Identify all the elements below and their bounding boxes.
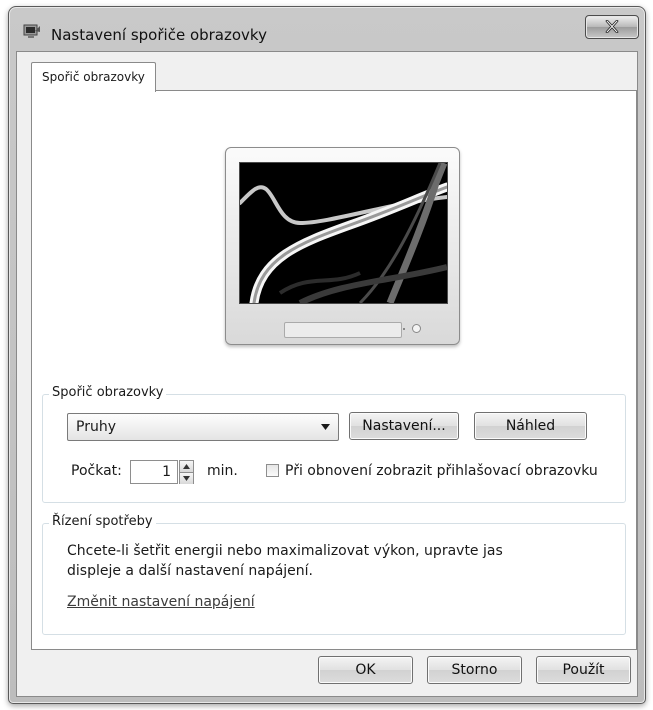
wait-label: Počkat:: [71, 463, 122, 479]
power-button-icon: [412, 324, 421, 333]
screensaver-group: Spořič obrazovky Pruhy Nastavení... Náhl…: [42, 385, 626, 503]
resume-logon-label[interactable]: Při obnovení zobrazit přihlašovací obraz…: [285, 463, 598, 479]
wait-minutes-value: 1: [162, 464, 171, 480]
screensaver-select[interactable]: Pruhy: [67, 413, 339, 441]
spin-up-button[interactable]: [180, 461, 193, 472]
arrow-up-icon: [183, 464, 190, 469]
arrow-down-icon: [183, 476, 190, 481]
chevron-down-icon: [321, 424, 330, 430]
screensaver-settings-icon: [23, 24, 41, 40]
cancel-button[interactable]: Storno: [427, 656, 522, 684]
settings-button[interactable]: Nastavení...: [349, 412, 459, 440]
screensaver-select-value: Pruhy: [76, 419, 116, 435]
screensaver-settings-window: Nastavení spořiče obrazovky Spořič obraz…: [8, 6, 646, 704]
preview-button[interactable]: Náhled: [474, 412, 587, 440]
spin-down-button[interactable]: [180, 472, 193, 484]
apply-button[interactable]: Použít: [536, 656, 631, 684]
power-group-legend: Řízení spotřeby: [49, 514, 156, 529]
change-power-settings-link[interactable]: Změnit nastavení napájení: [67, 594, 255, 610]
title-bar[interactable]: Nastavení spořiče obrazovky: [9, 7, 645, 49]
tab-panel: Spořič obrazovky Pruhy Nastavení... Náhl…: [31, 90, 637, 650]
power-management-group: Řízení spotřeby Chcete-li šetřit energii…: [42, 514, 626, 635]
monitor-base-slot: [284, 322, 402, 338]
power-description: Chcete-li šetřit energii nebo maximalizo…: [67, 541, 503, 581]
screensaver-group-legend: Spořič obrazovky: [49, 385, 167, 400]
close-button[interactable]: [585, 15, 639, 39]
wait-minutes-input[interactable]: 1: [130, 460, 178, 484]
power-description-line-2: displeje a další nastavení napájení.: [67, 563, 313, 579]
window-title: Nastavení spořiče obrazovky: [51, 26, 267, 44]
power-description-line-1: Chcete-li šetřit energii nebo maximalizo…: [67, 543, 503, 559]
wait-minutes-spinner[interactable]: [179, 460, 194, 484]
close-icon: [605, 20, 619, 33]
monitor-preview: [225, 147, 460, 345]
ribbons-screensaver-preview: [239, 162, 448, 304]
resume-logon-checkbox[interactable]: [266, 464, 279, 477]
wait-unit-label: min.: [207, 463, 238, 479]
power-indicator-dot: [403, 328, 405, 330]
ok-button[interactable]: OK: [318, 656, 413, 684]
tab-screensaver[interactable]: Spořič obrazovky: [31, 62, 156, 92]
